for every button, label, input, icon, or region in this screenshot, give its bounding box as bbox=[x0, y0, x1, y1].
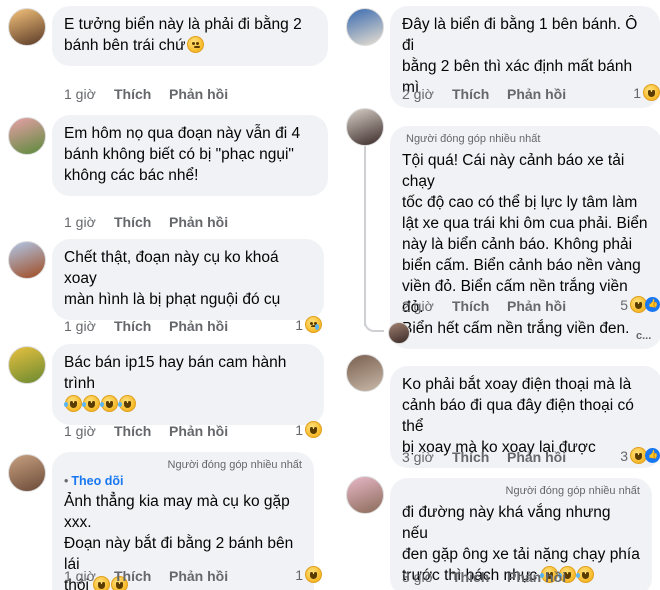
comment-actions: 3 giờ Thích Phản hồi bbox=[402, 569, 566, 585]
avatar[interactable] bbox=[346, 108, 384, 146]
comment-bubble: Người đóng góp nhiều nhất Tội quá! Cái n… bbox=[390, 126, 660, 349]
comment-text: E tưởng biển này là phải đi bằng 2 bánh … bbox=[64, 16, 302, 54]
reaction-summary[interactable]: 3 bbox=[620, 447, 660, 464]
comment-text: Em hôm nọ qua đoạn này vẫn đi 4 bánh khô… bbox=[64, 125, 301, 184]
like-button[interactable]: Thích bbox=[114, 318, 169, 334]
like-button[interactable]: Thích bbox=[452, 449, 507, 465]
reaction-count: 1 bbox=[295, 566, 303, 583]
reply-button[interactable]: Phản hồi bbox=[169, 86, 228, 102]
like-reaction-icon bbox=[645, 448, 660, 463]
comment-text: Bác bán ip15 hay bán cam hành trình bbox=[64, 354, 287, 392]
reply-button[interactable]: Phản hồi bbox=[507, 298, 566, 314]
comment: Em hôm nọ qua đoạn này vẫn đi 4 bánh khô… bbox=[6, 115, 328, 230]
avatar[interactable] bbox=[346, 476, 384, 514]
comment-time: 1 giờ bbox=[64, 423, 96, 439]
reaction-summary[interactable]: 1 bbox=[295, 421, 322, 438]
reaction-summary[interactable]: 1 bbox=[295, 566, 322, 583]
thinking-emoji-icon bbox=[186, 36, 204, 53]
comment-text: Chết thật, đoạn này cụ ko khoá xoay màn … bbox=[64, 249, 281, 308]
reply-button[interactable]: Phản hồi bbox=[169, 568, 228, 584]
reaction-count: 1 bbox=[295, 316, 303, 333]
reaction-summary[interactable]: 1 bbox=[295, 316, 322, 333]
comment-actions: 1 giờ Thích Phản hồi bbox=[64, 568, 228, 584]
comment-bubble: Bác bán ip15 hay bán cam hành trình bbox=[52, 344, 324, 425]
like-button[interactable]: Thích bbox=[452, 86, 507, 102]
like-button[interactable]: Thích bbox=[452, 298, 507, 314]
laugh-reaction-icon bbox=[305, 566, 322, 583]
avatar[interactable] bbox=[8, 454, 46, 492]
reply-button[interactable]: Phản hồi bbox=[169, 214, 228, 230]
avatar[interactable] bbox=[8, 117, 46, 155]
like-button[interactable]: Thích bbox=[114, 214, 169, 230]
like-reaction-icon bbox=[645, 297, 660, 312]
reply-button[interactable]: Phản hồi bbox=[507, 449, 566, 465]
reaction-count: 1 bbox=[295, 421, 303, 438]
reply-button[interactable]: Phản hồi bbox=[507, 86, 566, 102]
comment-actions: 2 giờ Thích Phản hồi bbox=[402, 298, 566, 314]
thread-connector bbox=[364, 318, 384, 332]
top-contributor-badge: Người đóng góp nhiều nhất bbox=[406, 133, 541, 145]
follow-link[interactable]: • Theo dõi bbox=[64, 474, 302, 488]
reply-button[interactable]: Phản hồi bbox=[507, 569, 566, 585]
comment: Đây là biển đi bằng 1 bên bánh. Ô đi bằn… bbox=[344, 6, 660, 108]
top-contributor-badge: Người đóng góp nhiều nhất bbox=[167, 459, 302, 471]
like-button[interactable]: Thích bbox=[114, 423, 169, 439]
comment-time: 3 giờ bbox=[402, 449, 434, 465]
reaction-summary[interactable]: 1 bbox=[633, 84, 660, 101]
avatar[interactable] bbox=[346, 354, 384, 392]
more-replies-link[interactable]: c... bbox=[636, 330, 651, 342]
reaction-summary[interactable]: 5 bbox=[620, 296, 660, 313]
comment-actions: 1 giờ Thích Phản hồi bbox=[64, 214, 228, 230]
comment-time: 2 giờ bbox=[402, 298, 434, 314]
comment-time: 1 giờ bbox=[64, 568, 96, 584]
reaction-count: 5 bbox=[620, 296, 628, 313]
reaction-count: 3 bbox=[620, 447, 628, 464]
laughing-emoji-icon bbox=[100, 395, 118, 412]
laugh-reaction-icon bbox=[305, 421, 322, 438]
reply-button[interactable]: Phản hồi bbox=[169, 318, 228, 334]
follow-label: Theo dõi bbox=[71, 474, 124, 488]
top-contributor-badge: Người đóng góp nhiều nhất bbox=[505, 485, 640, 497]
laughing-emoji-icon bbox=[64, 395, 82, 412]
comment: Người đóng góp nhiều nhất đi đường này k… bbox=[344, 474, 660, 590]
laugh-reaction-icon bbox=[643, 84, 660, 101]
avatar[interactable] bbox=[8, 241, 46, 279]
comment-actions: 3 giờ Thích Phản hồi bbox=[402, 449, 566, 465]
comment-text: Đây là biển đi bằng 1 bên bánh. Ô đi bằn… bbox=[402, 16, 638, 96]
comment: Người đóng góp nhiều nhất • Theo dõi Ảnh … bbox=[6, 452, 324, 590]
avatar[interactable] bbox=[8, 8, 46, 46]
comment-actions: 1 giờ Thích Phản hồi bbox=[64, 86, 228, 102]
comment-text: Ko phải bắt xoay điện thoại mà là cảnh b… bbox=[402, 376, 634, 456]
comment: Người đóng góp nhiều nhất Tội quá! Cái n… bbox=[344, 108, 660, 349]
comment-actions: 1 giờ Thích Phản hồi bbox=[64, 318, 228, 334]
avatar[interactable] bbox=[346, 8, 384, 46]
sad-reaction-icon bbox=[305, 316, 322, 333]
comment-time: 3 giờ bbox=[402, 569, 434, 585]
reply-avatar[interactable] bbox=[388, 322, 410, 344]
comment-time: 2 giờ bbox=[402, 86, 434, 102]
like-button[interactable]: Thích bbox=[452, 569, 507, 585]
comment-actions: 1 giờ Thích Phản hồi bbox=[64, 423, 228, 439]
avatar[interactable] bbox=[8, 346, 46, 384]
like-button[interactable]: Thích bbox=[114, 86, 169, 102]
reaction-count: 1 bbox=[633, 84, 641, 101]
comment-bubble: E tưởng biển này là phải đi bằng 2 bánh … bbox=[52, 6, 328, 66]
comment-time: 1 giờ bbox=[64, 318, 96, 334]
comment-time: 1 giờ bbox=[64, 86, 96, 102]
comment-bubble: Em hôm nọ qua đoạn này vẫn đi 4 bánh khô… bbox=[52, 115, 328, 196]
comment: E tưởng biển này là phải đi bằng 2 bánh … bbox=[6, 6, 328, 102]
laughing-emoji-icon bbox=[82, 395, 100, 412]
comment: Chết thật, đoạn này cụ ko khoá xoay màn … bbox=[6, 239, 324, 334]
comment-bubble: Chết thật, đoạn này cụ ko khoá xoay màn … bbox=[52, 239, 324, 320]
reply-button[interactable]: Phản hồi bbox=[169, 423, 228, 439]
comment-time: 1 giờ bbox=[64, 214, 96, 230]
thread-line bbox=[364, 146, 366, 326]
like-button[interactable]: Thích bbox=[114, 568, 169, 584]
laughing-emoji-icon bbox=[576, 566, 595, 583]
laughing-emoji-icon bbox=[118, 395, 136, 412]
comment-actions: 2 giờ Thích Phản hồi bbox=[402, 86, 566, 102]
comment: Bác bán ip15 hay bán cam hành trình 1 gi… bbox=[6, 344, 324, 439]
comment: Ko phải bắt xoay điện thoại mà là cảnh b… bbox=[344, 352, 660, 470]
